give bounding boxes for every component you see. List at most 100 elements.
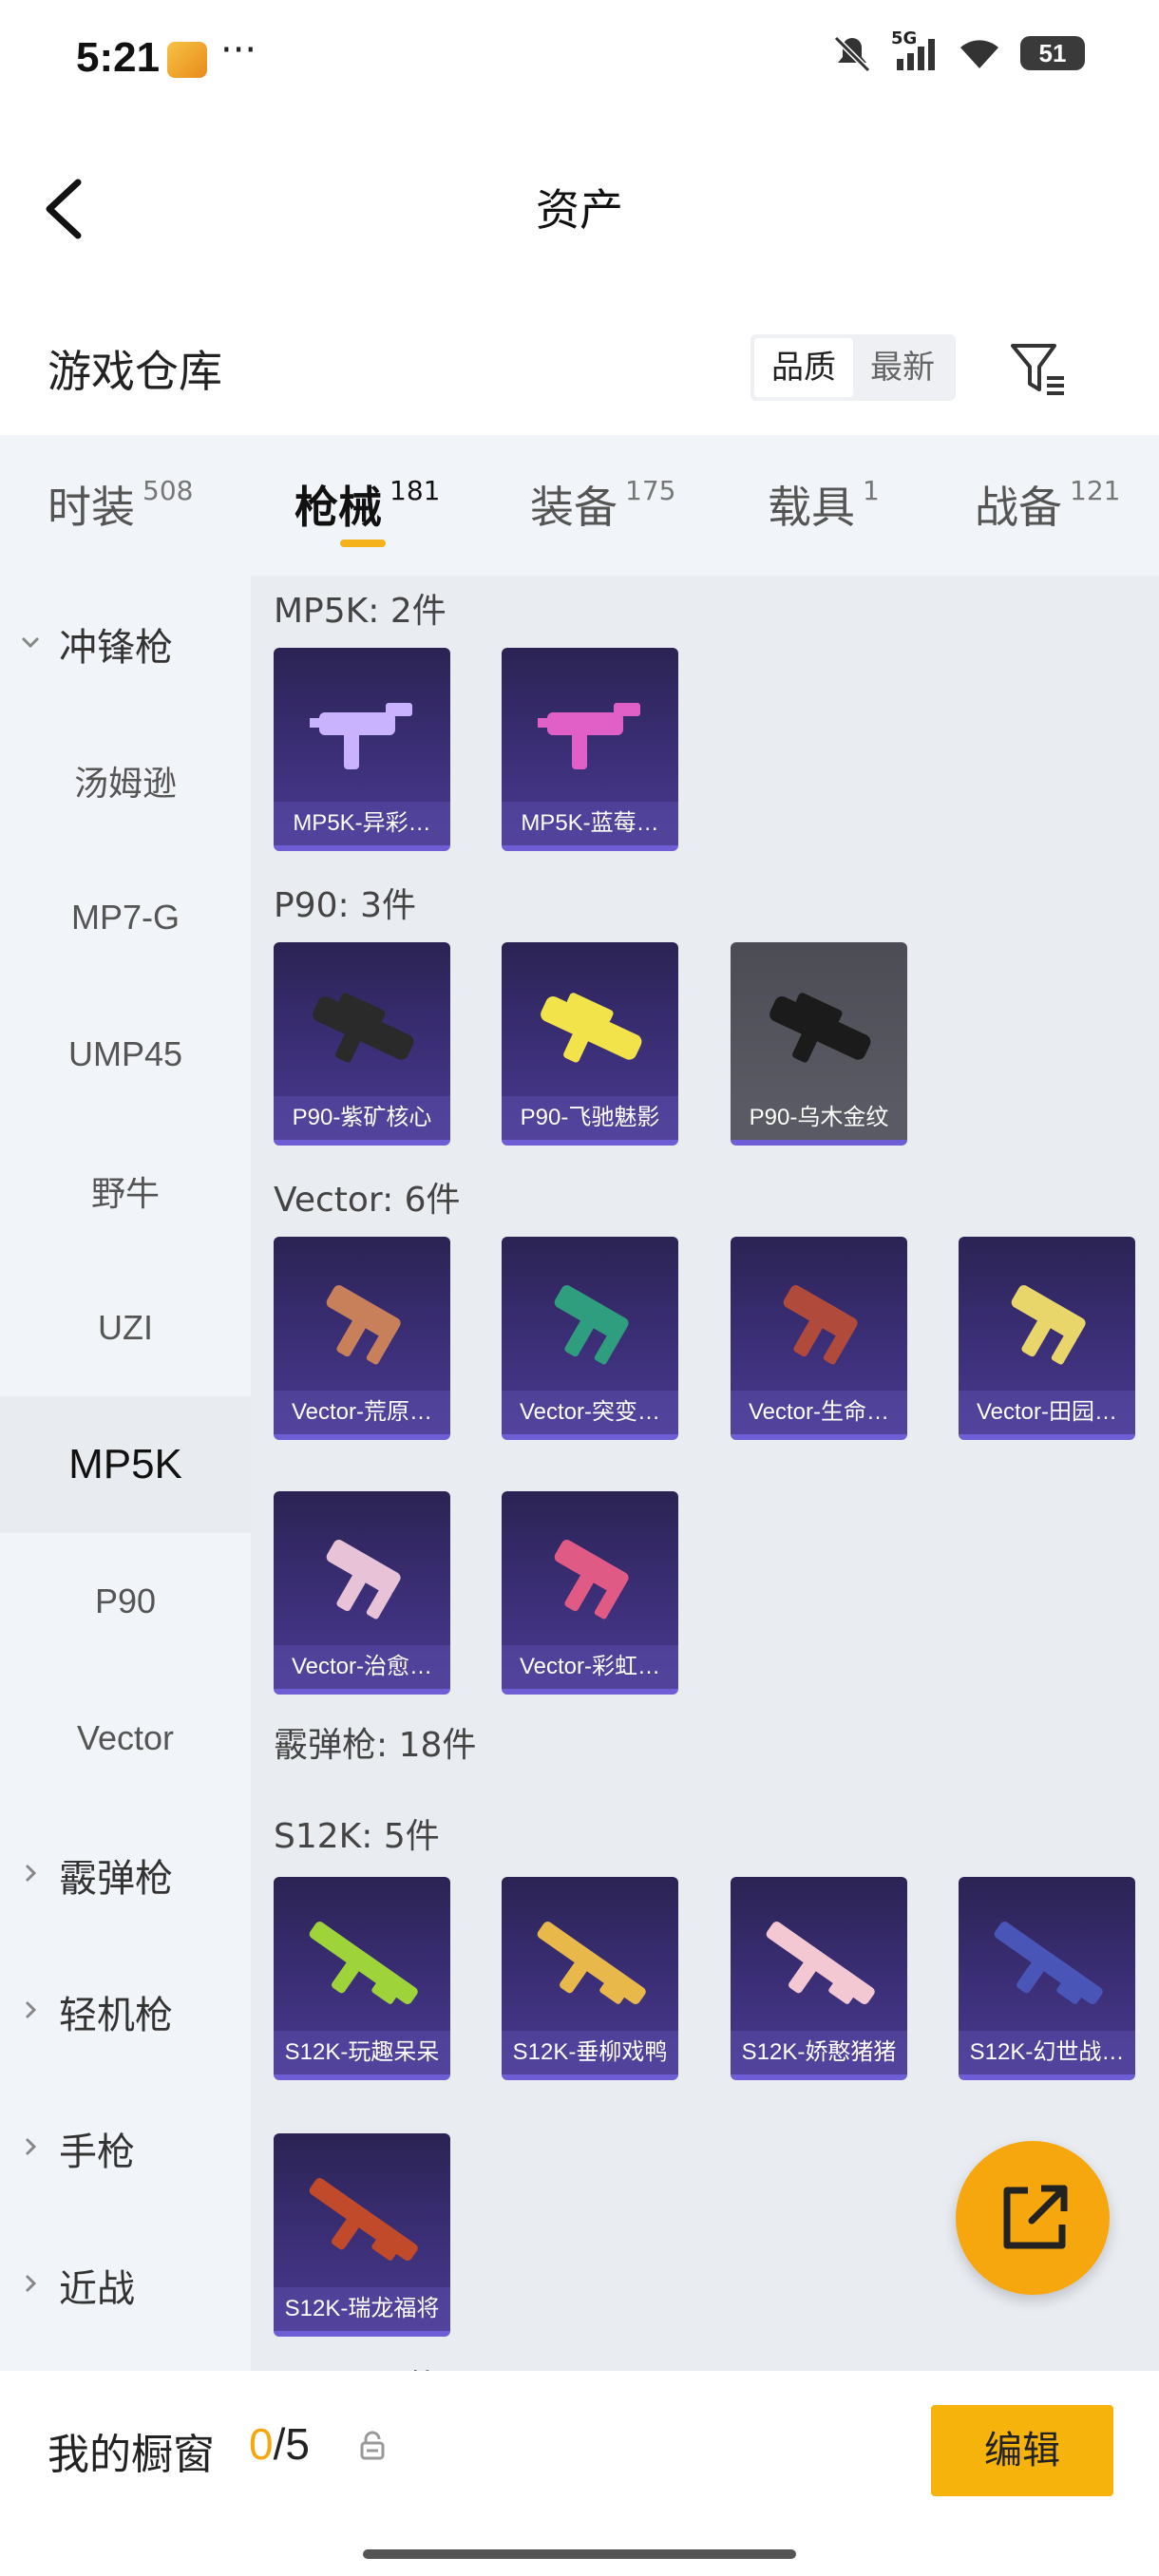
edit-button[interactable]: 编辑 bbox=[931, 2405, 1113, 2496]
sidebar-item-label: 轻机枪 bbox=[59, 1995, 173, 2036]
weapon-name: Vector-突变… bbox=[502, 1391, 678, 1434]
section-header: 游戏仓库 品质 最新 bbox=[0, 313, 1159, 427]
weapon-card[interactable]: Vector-荒原… bbox=[274, 1237, 450, 1440]
sidebar-item-label: UZI bbox=[98, 1308, 153, 1347]
chevron-right-icon bbox=[25, 2000, 37, 2019]
external-link-icon bbox=[1003, 2185, 1068, 2249]
chevron-right-icon bbox=[25, 2137, 37, 2156]
weapon-name: Vector-彩虹… bbox=[502, 1645, 678, 1689]
weapon-name: Vector-生命… bbox=[731, 1391, 907, 1434]
sidebar-item-mp7g[interactable]: MP7-G bbox=[0, 849, 251, 986]
weapon-card[interactable]: S12K-瑞龙福将 bbox=[274, 2133, 450, 2337]
status-time: 5:21 bbox=[76, 34, 161, 81]
showcase-count: 0/5 bbox=[249, 2418, 310, 2470]
weapon-image bbox=[554, 1540, 629, 1619]
tab-count: 1 bbox=[863, 475, 880, 506]
sidebar-item-label: 野牛 bbox=[90, 1174, 160, 1213]
sidebar-item-label: P90 bbox=[94, 1582, 157, 1620]
weapon-image bbox=[310, 703, 412, 769]
filter-icon[interactable] bbox=[1007, 340, 1068, 401]
sort-quality-button[interactable]: 品质 bbox=[754, 338, 853, 397]
sidebar-item-label: MP7-G bbox=[70, 898, 180, 937]
weapon-card[interactable]: S12K-娇憨猪猪 bbox=[731, 1877, 907, 2080]
tab-label: 载具 bbox=[768, 482, 855, 533]
showcase-total: 5 bbox=[285, 2419, 310, 2469]
sidebar-item-label: 霰弹枪 bbox=[59, 1858, 173, 1900]
sidebar-group-melee[interactable]: 近战 bbox=[0, 2217, 251, 2354]
weapon-image bbox=[541, 993, 642, 1063]
sidebar-group-lmg[interactable]: 轻机枪 bbox=[0, 1943, 251, 2080]
tab-equipment[interactable]: 装备 175 bbox=[530, 473, 675, 536]
weapon-image bbox=[326, 1285, 401, 1365]
mute-icon bbox=[833, 35, 871, 72]
weapon-image bbox=[313, 993, 414, 1063]
group-title: Vector: 6件 bbox=[274, 1181, 461, 1220]
weapon-name: S12K-幻世战… bbox=[959, 2031, 1135, 2074]
tab-firearms[interactable]: 枪械 181 bbox=[294, 473, 440, 536]
sidebar-item-label: 近战 bbox=[59, 2268, 135, 2310]
weapon-card[interactable]: P90-乌木金纹 bbox=[731, 942, 907, 1146]
weapon-card[interactable]: Vector-突变… bbox=[502, 1237, 678, 1440]
sidebar-item-uzi[interactable]: UZI bbox=[0, 1260, 251, 1396]
sidebar-item-p90[interactable]: P90 bbox=[0, 1533, 251, 1670]
sidebar-item-label: Vector bbox=[76, 1718, 175, 1757]
weapon-card[interactable]: Vector-彩虹… bbox=[502, 1491, 678, 1695]
weapon-image bbox=[554, 1285, 629, 1365]
weapon-name: P90-紫矿核心 bbox=[274, 1096, 450, 1140]
weapon-name: P90-飞驰魅影 bbox=[502, 1096, 678, 1140]
weapon-image bbox=[783, 1285, 858, 1365]
sidebar-item-label: MP5K bbox=[68, 1441, 182, 1487]
weapon-name: S12K-瑞龙福将 bbox=[274, 2287, 450, 2331]
tab-battle-gear[interactable]: 战备 121 bbox=[975, 473, 1120, 536]
tab-count: 181 bbox=[390, 475, 441, 506]
category-tabs: 时装 508 枪械 181 装备 175 载具 1 战备 121 bbox=[0, 435, 1159, 576]
weapon-card[interactable]: Vector-治愈… bbox=[274, 1491, 450, 1695]
group-title: S12K: 2件 bbox=[274, 2359, 440, 2371]
sidebar-item-mp5k[interactable]: MP5K bbox=[0, 1396, 251, 1533]
weapon-card[interactable]: Vector-田园… bbox=[959, 1237, 1135, 1440]
share-button[interactable] bbox=[956, 2141, 1110, 2295]
wifi-icon bbox=[960, 40, 998, 68]
weapon-category-sidebar: 冲锋枪 汤姆逊 MP7-G UMP45 野牛 UZI MP5K P90 Vect… bbox=[0, 576, 251, 2371]
weapon-image bbox=[326, 1540, 401, 1619]
group-title: P90: 3件 bbox=[274, 886, 416, 925]
tab-count: 508 bbox=[142, 475, 194, 506]
sidebar-item-ump45[interactable]: UMP45 bbox=[0, 986, 251, 1123]
weapon-name: Vector-治愈… bbox=[274, 1645, 450, 1689]
sidebar-group-shotgun[interactable]: 霰弹枪 bbox=[0, 1807, 251, 1943]
weapon-image bbox=[1011, 1285, 1086, 1365]
tab-vehicles[interactable]: 载具 1 bbox=[768, 473, 880, 536]
weapon-image bbox=[766, 1922, 875, 2005]
weapon-image bbox=[994, 1922, 1103, 2005]
weapon-card[interactable]: Vector-生命… bbox=[731, 1237, 907, 1440]
sidebar-group-pistol[interactable]: 手枪 bbox=[0, 2080, 251, 2217]
weapon-card[interactable]: MP5K-异彩… bbox=[274, 648, 450, 851]
sidebar-group-smg[interactable]: 冲锋枪 bbox=[0, 576, 251, 712]
weapon-card[interactable]: P90-紫矿核心 bbox=[274, 942, 450, 1146]
weapon-image bbox=[537, 1922, 646, 2005]
page-title: 资产 bbox=[536, 184, 623, 236]
home-indicator[interactable] bbox=[363, 2549, 796, 2559]
weapon-card[interactable]: MP5K-蓝莓… bbox=[502, 648, 678, 851]
group-title: S12K: 5件 bbox=[274, 1817, 440, 1856]
weapon-card[interactable]: S12K-玩趣呆呆 bbox=[274, 1877, 450, 2080]
weapon-card[interactable]: S12K-幻世战… bbox=[959, 1877, 1135, 2080]
sidebar-item-label: UMP45 bbox=[67, 1034, 183, 1073]
app-notification-icon bbox=[167, 42, 207, 78]
sort-newest-button[interactable]: 最新 bbox=[853, 338, 952, 397]
weapon-card[interactable]: P90-飞驰魅影 bbox=[502, 942, 678, 1146]
sidebar-item-bizon[interactable]: 野牛 bbox=[0, 1123, 251, 1260]
tab-fashion[interactable]: 时装 508 bbox=[48, 473, 193, 536]
sidebar-item-label: 手枪 bbox=[59, 2131, 135, 2173]
network-5g-icon: 5G bbox=[891, 28, 939, 72]
weapon-image bbox=[309, 1922, 418, 2005]
sidebar-item-vector[interactable]: Vector bbox=[0, 1670, 251, 1807]
weapon-name: MP5K-蓝莓… bbox=[502, 802, 678, 845]
group-title: MP5K: 2件 bbox=[274, 592, 446, 631]
showcase-bar: 我的橱窗 0/5 编辑 bbox=[0, 2371, 1159, 2576]
weapon-card[interactable]: S12K-垂柳戏鸭 bbox=[502, 1877, 678, 2080]
sidebar-item-thompson[interactable]: 汤姆逊 bbox=[0, 712, 251, 849]
weapon-name: P90-乌木金纹 bbox=[731, 1096, 907, 1140]
status-bar: 5:21 ··· 5G 51 bbox=[0, 0, 1159, 119]
weapon-name: MP5K-异彩… bbox=[274, 802, 450, 845]
